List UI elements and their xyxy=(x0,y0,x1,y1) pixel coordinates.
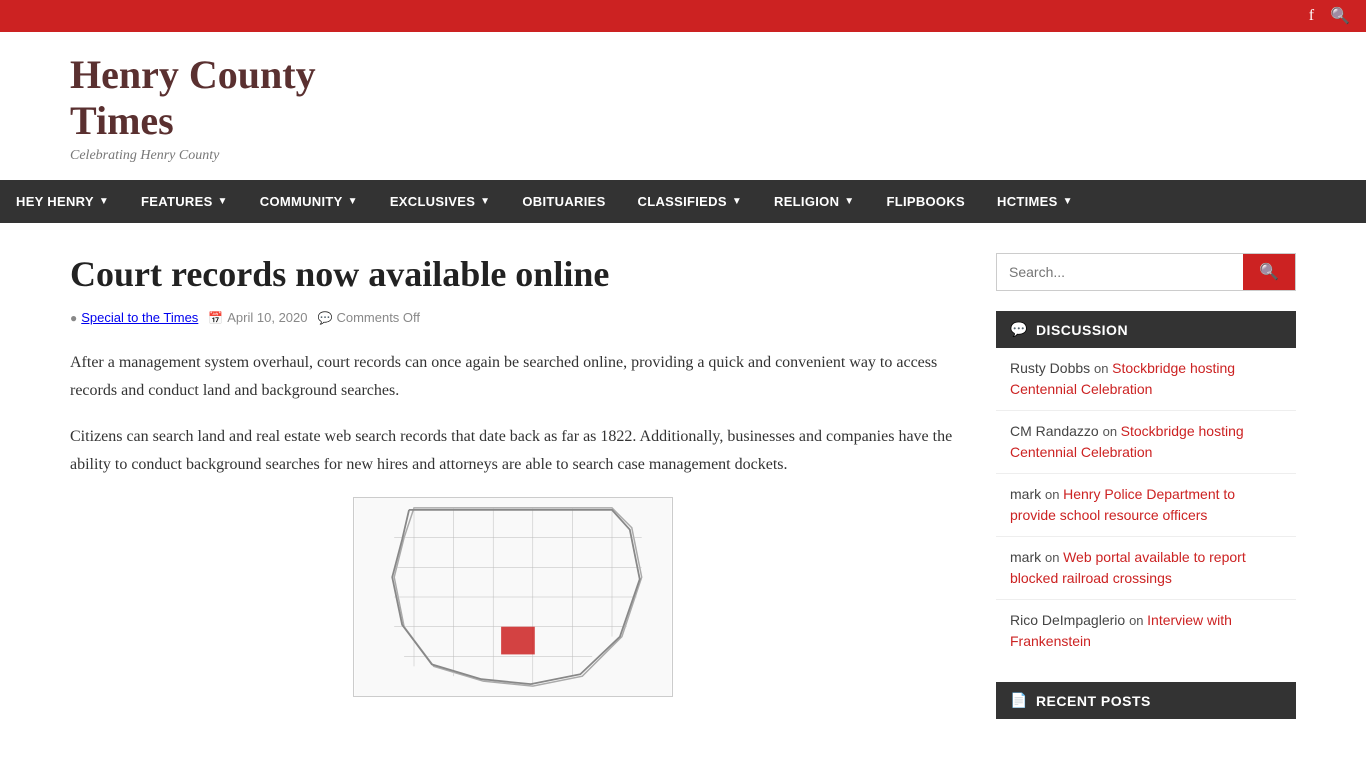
discussion-item-2: CM Randazzo on Stockbridge hosting Cente… xyxy=(996,411,1296,474)
chevron-down-icon: ▼ xyxy=(844,196,854,207)
article-paragraph-1: After a management system overhaul, cour… xyxy=(70,349,956,405)
site-tagline: Celebrating Henry County xyxy=(70,148,1296,164)
top-bar: f 🔍 xyxy=(0,0,1366,32)
discussion-item-4: mark on Web portal available to report b… xyxy=(996,537,1296,600)
nav-item-religion[interactable]: RELIGION ▼ xyxy=(758,180,870,223)
article-title: Court records now available online xyxy=(70,253,956,296)
nav-item-community[interactable]: COMMUNITY ▼ xyxy=(244,180,374,223)
article-paragraph-2: Citizens can search land and real estate… xyxy=(70,423,956,479)
nav-item-hey-henry[interactable]: HEY HENRY ▼ xyxy=(0,180,125,223)
discussion-link-3[interactable]: Henry Police Department to provide schoo… xyxy=(1010,486,1235,523)
discussion-section: 💬 DISCUSSION Rusty Dobbs on Stockbridge … xyxy=(996,311,1296,662)
search-button[interactable]: 🔍 xyxy=(1243,254,1295,290)
main-nav: HEY HENRY ▼ FEATURES ▼ COMMUNITY ▼ EXCLU… xyxy=(0,180,1366,223)
date-meta: 📅 April 10, 2020 xyxy=(208,310,307,325)
commenter-name-5: Rico DeImpaglerio xyxy=(1010,612,1125,628)
document-icon: 📄 xyxy=(1010,692,1028,709)
user-icon: ● xyxy=(70,311,77,325)
chevron-down-icon: ▼ xyxy=(218,196,228,207)
recent-posts-section: 📄 RECENT POSTS xyxy=(996,682,1296,719)
commenter-name-3: mark xyxy=(1010,486,1041,502)
discussion-item-5: Rico DeImpaglerio on Interview with Fran… xyxy=(996,600,1296,662)
author-meta: ● Special to the Times xyxy=(70,310,198,325)
nav-item-exclusives[interactable]: EXCLUSIVES ▼ xyxy=(374,180,507,223)
nav-item-flipbooks[interactable]: FLIPBOOKS xyxy=(870,180,981,223)
comment-bubble-icon: 💬 xyxy=(1010,321,1028,338)
nav-item-obituaries[interactable]: OBITUARIES xyxy=(506,180,621,223)
comment-icon: 💬 xyxy=(318,311,333,325)
commenter-name-4: mark xyxy=(1010,549,1041,565)
nav-item-hctimes[interactable]: HCTIMES ▼ xyxy=(981,180,1089,223)
author-link[interactable]: Special to the Times xyxy=(81,310,198,325)
discussion-item-1: Rusty Dobbs on Stockbridge hosting Cente… xyxy=(996,348,1296,411)
discussion-header: 💬 DISCUSSION xyxy=(996,311,1296,348)
site-header: Henry County Times Celebrating Henry Cou… xyxy=(0,32,1366,180)
sidebar: 🔍 💬 DISCUSSION Rusty Dobbs on Stockbridg… xyxy=(996,253,1296,739)
facebook-icon[interactable]: f xyxy=(1309,7,1314,25)
nav-item-classifieds[interactable]: CLASSIFIEDS ▼ xyxy=(622,180,758,223)
page-container: Court records now available online ● Spe… xyxy=(0,223,1366,769)
article-body: After a management system overhaul, cour… xyxy=(70,349,956,479)
article-image xyxy=(70,497,956,697)
commenter-name-1: Rusty Dobbs xyxy=(1010,360,1090,376)
discussion-item-3: mark on Henry Police Department to provi… xyxy=(996,474,1296,537)
georgia-map-svg xyxy=(353,497,673,697)
main-content: Court records now available online ● Spe… xyxy=(70,253,956,739)
calendar-icon: 📅 xyxy=(208,311,223,325)
chevron-down-icon: ▼ xyxy=(1063,196,1073,207)
chevron-down-icon: ▼ xyxy=(732,196,742,207)
search-widget: 🔍 xyxy=(996,253,1296,291)
site-title[interactable]: Henry County Times xyxy=(70,52,1296,144)
chevron-down-icon: ▼ xyxy=(480,196,490,207)
article-meta: ● Special to the Times 📅 April 10, 2020 … xyxy=(70,310,956,325)
commenter-name-2: CM Randazzo xyxy=(1010,423,1099,439)
recent-posts-header: 📄 RECENT POSTS xyxy=(996,682,1296,719)
search-icon[interactable]: 🔍 xyxy=(1330,6,1350,26)
nav-item-features[interactable]: FEATURES ▼ xyxy=(125,180,244,223)
search-input[interactable] xyxy=(997,254,1243,290)
chevron-down-icon: ▼ xyxy=(99,196,109,207)
comments-meta: 💬 Comments Off xyxy=(318,310,421,325)
chevron-down-icon: ▼ xyxy=(348,196,358,207)
